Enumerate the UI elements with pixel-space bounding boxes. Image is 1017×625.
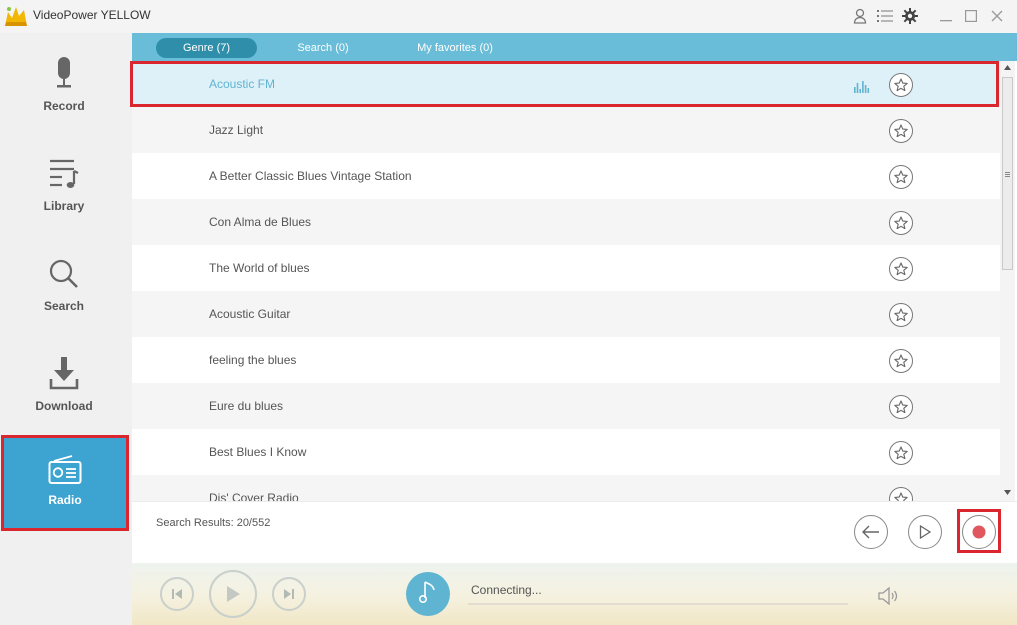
play-icon bbox=[227, 586, 240, 602]
station-name: Con Alma de Blues bbox=[209, 215, 312, 229]
favorite-button[interactable] bbox=[889, 487, 913, 501]
favorite-button[interactable] bbox=[889, 119, 913, 143]
favorite-button[interactable] bbox=[889, 395, 913, 419]
title-bar: VideoPower YELLOW bbox=[0, 0, 1017, 33]
skip-next-icon bbox=[284, 589, 294, 599]
star-icon bbox=[894, 124, 908, 138]
menu-list-icon[interactable] bbox=[876, 7, 894, 25]
user-icon[interactable] bbox=[851, 7, 869, 25]
star-icon bbox=[894, 354, 908, 368]
next-button[interactable] bbox=[272, 577, 306, 611]
favorite-button[interactable] bbox=[889, 257, 913, 281]
sidebar-item-record[interactable]: Record bbox=[0, 37, 128, 133]
station-name: Jazz Light bbox=[209, 123, 264, 137]
tab-genre[interactable]: Genre (7) bbox=[156, 38, 257, 58]
grip-icon bbox=[1005, 172, 1010, 177]
favorite-button[interactable] bbox=[889, 165, 913, 189]
star-icon bbox=[894, 262, 908, 276]
app-logo-icon bbox=[5, 7, 27, 26]
scroll-up-icon[interactable] bbox=[1004, 65, 1011, 70]
station-row[interactable]: feeling the blues bbox=[132, 337, 1000, 383]
sidebar-item-library[interactable]: Library bbox=[0, 137, 128, 233]
sidebar-item-search[interactable]: Search bbox=[0, 237, 128, 333]
volume-button[interactable] bbox=[878, 586, 900, 610]
station-name: Best Blues I Know bbox=[209, 445, 307, 459]
star-icon bbox=[894, 308, 908, 322]
tab-search[interactable]: Search (0) bbox=[282, 38, 364, 58]
minimize-icon[interactable] bbox=[937, 7, 955, 25]
star-icon bbox=[894, 216, 908, 230]
station-row[interactable]: Acoustic Guitar bbox=[132, 291, 1000, 337]
sidebar-item-label: Library bbox=[43, 199, 85, 213]
station-list: Acoustic FM Jazz Light A Better Classic Bl… bbox=[132, 61, 1000, 501]
play-outline-icon bbox=[919, 525, 931, 539]
search-results-count: Search Results: 20/552 bbox=[156, 517, 271, 529]
play-button[interactable] bbox=[209, 570, 257, 618]
close-icon[interactable] bbox=[988, 7, 1006, 25]
microphone-icon bbox=[57, 57, 71, 88]
station-name: Dis' Cover Radio bbox=[209, 491, 299, 501]
station-row[interactable]: The World of blues bbox=[132, 245, 1000, 291]
player-bar: Connecting... bbox=[132, 563, 1017, 625]
record-button[interactable] bbox=[962, 515, 996, 549]
station-row[interactable]: Jazz Light bbox=[132, 107, 1000, 153]
star-icon bbox=[894, 78, 908, 92]
favorite-button[interactable] bbox=[889, 303, 913, 327]
star-icon bbox=[894, 400, 908, 414]
sidebar-item-label: Record bbox=[43, 99, 85, 113]
radio-icon bbox=[48, 455, 82, 484]
sidebar-item-download[interactable]: Download bbox=[0, 337, 128, 433]
favorite-button[interactable] bbox=[889, 441, 913, 465]
search-icon bbox=[49, 259, 78, 288]
sidebar-item-label: Search bbox=[43, 299, 85, 313]
sidebar: Record Library Search Download Radio bbox=[0, 33, 132, 625]
gear-icon[interactable] bbox=[901, 7, 919, 25]
station-row[interactable]: A Better Classic Blues Vintage Station bbox=[132, 153, 1000, 199]
scroll-thumb[interactable] bbox=[1002, 77, 1013, 270]
favorite-button[interactable] bbox=[889, 73, 913, 97]
station-name: Acoustic FM bbox=[209, 77, 276, 91]
sidebar-item-label: Radio bbox=[48, 493, 82, 507]
tab-bar: Genre (7) Search (0) My favorites (0) bbox=[132, 33, 1017, 61]
connection-status: Connecting... bbox=[471, 583, 542, 597]
back-button[interactable] bbox=[854, 515, 888, 549]
arrow-left-icon bbox=[862, 525, 879, 539]
tab-my-favorites[interactable]: My favorites (0) bbox=[398, 38, 512, 58]
progress-bar[interactable] bbox=[468, 603, 848, 605]
station-row[interactable]: Acoustic FM bbox=[132, 61, 1000, 107]
star-icon bbox=[894, 492, 908, 501]
download-icon bbox=[49, 357, 79, 390]
station-name: Eure du blues bbox=[209, 399, 284, 413]
music-note-icon bbox=[418, 581, 435, 604]
music-list-icon bbox=[50, 159, 79, 188]
sidebar-item-label: Download bbox=[35, 399, 93, 413]
sidebar-item-radio[interactable]: Radio bbox=[1, 435, 129, 531]
station-name: Acoustic Guitar bbox=[209, 307, 291, 321]
results-bar: Search Results: 20/552 bbox=[132, 501, 1017, 563]
star-icon bbox=[894, 446, 908, 460]
station-row[interactable]: Eure du blues bbox=[132, 383, 1000, 429]
skip-previous-icon bbox=[172, 589, 182, 599]
scroll-down-icon[interactable] bbox=[1004, 490, 1011, 495]
play-station-button[interactable] bbox=[908, 515, 942, 549]
record-dot-icon bbox=[972, 525, 986, 539]
favorite-button[interactable] bbox=[889, 349, 913, 373]
equalizer-icon bbox=[854, 81, 870, 93]
scrollbar[interactable] bbox=[1000, 61, 1015, 501]
speaker-icon bbox=[878, 586, 898, 606]
star-icon bbox=[894, 170, 908, 184]
station-row[interactable]: Best Blues I Know bbox=[132, 429, 1000, 475]
station-row[interactable]: Dis' Cover Radio bbox=[132, 475, 1000, 501]
now-playing-disc bbox=[406, 572, 450, 616]
app-title: VideoPower YELLOW bbox=[33, 8, 151, 22]
previous-button[interactable] bbox=[160, 577, 194, 611]
station-name: The World of blues bbox=[209, 261, 310, 275]
station-name: feeling the blues bbox=[209, 353, 297, 367]
favorite-button[interactable] bbox=[889, 211, 913, 235]
maximize-icon[interactable] bbox=[962, 7, 980, 25]
station-row[interactable]: Con Alma de Blues bbox=[132, 199, 1000, 245]
station-name: A Better Classic Blues Vintage Station bbox=[209, 169, 412, 183]
